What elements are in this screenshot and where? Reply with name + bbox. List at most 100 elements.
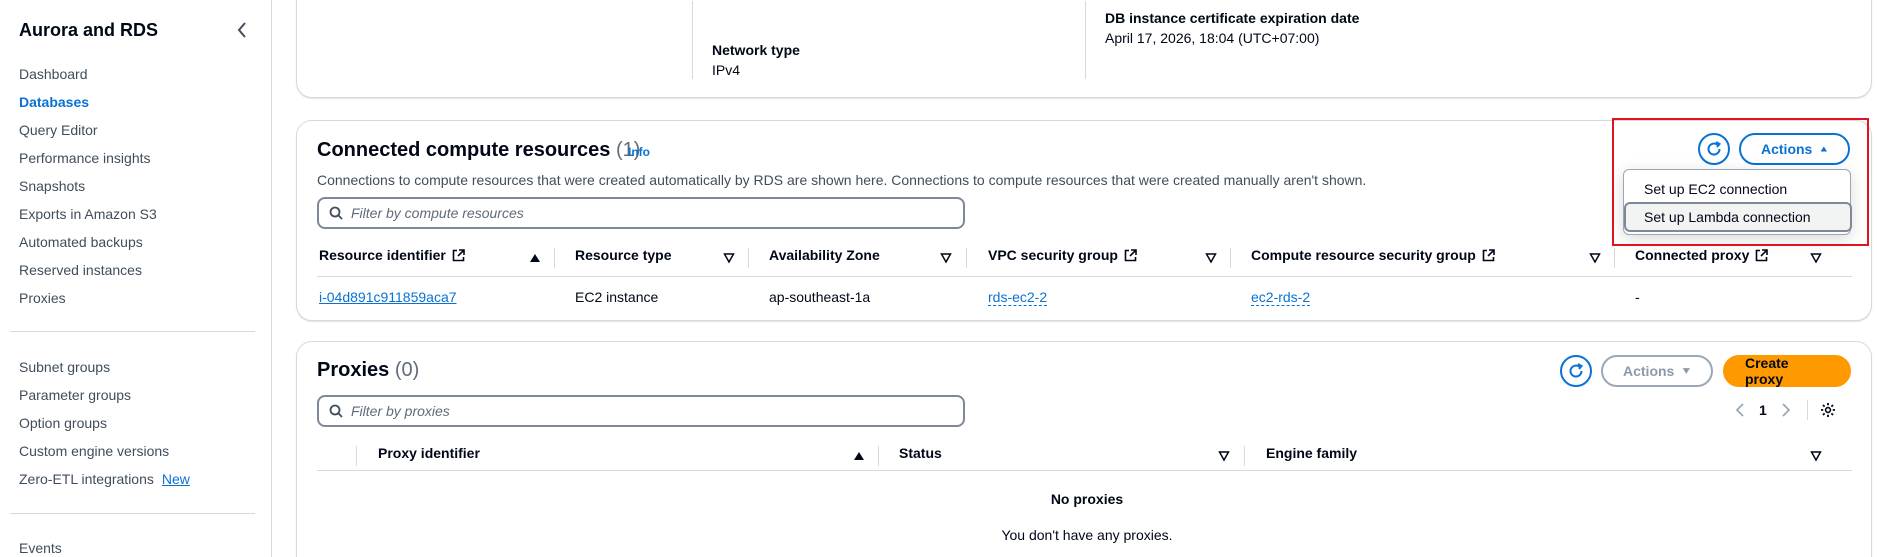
column-resizer[interactable] [554, 248, 555, 268]
section-description: Connections to compute resources that we… [317, 172, 1367, 188]
column-header-label: Availability Zone [769, 247, 880, 263]
column-header-engine-family[interactable]: Engine family [1266, 445, 1357, 461]
network-type-value: IPv4 [712, 62, 741, 78]
column-resizer[interactable] [878, 446, 879, 466]
pagination-divider [1806, 400, 1808, 420]
sort-icon[interactable] [1810, 252, 1822, 264]
sort-ascending-icon[interactable] [853, 450, 865, 462]
column-header-status[interactable]: Status [899, 445, 942, 461]
external-link-icon [452, 248, 465, 261]
refresh-proxies-button[interactable] [1560, 355, 1592, 387]
column-resizer[interactable] [1230, 248, 1231, 268]
sort-ascending-icon[interactable] [529, 252, 541, 264]
sidebar-item-zero-etl[interactable]: Zero-ETL integrations New [19, 465, 190, 493]
sidebar-title[interactable]: Aurora and RDS [19, 20, 158, 41]
table-header-divider [317, 470, 1852, 471]
filter-proxies-input[interactable] [351, 403, 911, 419]
section-title-text: Proxies [317, 359, 390, 381]
sidebar-item-custom-engine-versions[interactable]: Custom engine versions [19, 437, 190, 465]
actions-label: Actions [1623, 363, 1675, 379]
sidebar-item-reserved-instances[interactable]: Reserved instances [19, 256, 157, 284]
filter-compute-resources-input[interactable] [351, 205, 911, 221]
sidebar-item-option-groups[interactable]: Option groups [19, 409, 190, 437]
sidebar-group-main: Dashboard Databases Query Editor Perform… [19, 60, 157, 312]
sidebar-item-parameter-groups[interactable]: Parameter groups [19, 381, 190, 409]
section-title: Connected compute resources (1) [317, 139, 640, 162]
resource-type-cell: EC2 instance [575, 289, 659, 305]
column-resizer[interactable] [748, 248, 749, 268]
sidebar-item-databases[interactable]: Databases [19, 88, 157, 116]
column-header-label: Resource type [575, 247, 672, 263]
column-header-compute-security-group[interactable]: Compute resource security group [1251, 247, 1495, 263]
column-resizer[interactable] [1244, 446, 1245, 466]
external-link-icon [1124, 248, 1137, 261]
column-header-availability-zone[interactable]: Availability Zone [769, 247, 880, 263]
sidebar-item-exports-s3[interactable]: Exports in Amazon S3 [19, 200, 157, 228]
sidebar-item-automated-backups[interactable]: Automated backups [19, 228, 157, 256]
close-navigation-button[interactable] [232, 20, 252, 40]
empty-state-title: No proxies [1050, 491, 1124, 507]
column-resizer[interactable] [966, 248, 967, 268]
column-divider [692, 1, 693, 79]
connected-proxy-cell: - [1635, 289, 1640, 305]
sort-icon[interactable] [1810, 450, 1822, 462]
annotation-highlight-box [1612, 118, 1869, 246]
compute-security-group-link[interactable]: ec2-rds-2 [1251, 289, 1311, 306]
sidebar-item-zero-etl-label: Zero-ETL integrations [19, 471, 154, 487]
pagination: 1 [1735, 400, 1836, 420]
column-header-label: Compute resource security group [1251, 247, 1476, 263]
sidebar-item-query-editor[interactable]: Query Editor [19, 116, 157, 144]
filter-proxies[interactable] [317, 395, 965, 427]
create-proxy-button[interactable]: Create proxy [1723, 355, 1851, 387]
sidebar-item-dashboard[interactable]: Dashboard [19, 60, 157, 88]
side-navigation: Aurora and RDS Dashboard Databases Query… [0, 0, 272, 557]
cert-expiration-label: DB instance certificate expiration date [1105, 10, 1360, 26]
column-header-resource-identifier[interactable]: Resource identifier [319, 247, 465, 263]
column-header-connected-proxy[interactable]: Connected proxy [1635, 247, 1769, 263]
sidebar-item-subnet-groups[interactable]: Subnet groups [19, 353, 190, 381]
sidebar-item-performance-insights[interactable]: Performance insights [19, 144, 157, 172]
column-resizer[interactable] [356, 446, 357, 466]
new-badge: New [161, 471, 190, 487]
sidebar-item-events[interactable]: Events [19, 534, 62, 557]
sort-icon[interactable] [1218, 450, 1230, 462]
proxies-actions-button[interactable]: Actions [1601, 355, 1713, 387]
sidebar-divider [10, 331, 255, 332]
sort-icon[interactable] [940, 252, 952, 264]
search-icon [329, 206, 343, 220]
filter-compute-resources[interactable] [317, 197, 965, 229]
proxy-count: (0) [394, 359, 420, 381]
column-header-label: VPC security group [988, 247, 1118, 263]
sidebar-group-events: Events [19, 534, 62, 557]
refresh-icon [1569, 363, 1584, 378]
sort-icon[interactable] [1205, 252, 1217, 264]
sort-icon[interactable] [723, 252, 735, 264]
info-link[interactable]: Info [628, 145, 650, 159]
column-header-resource-type[interactable]: Resource type [575, 247, 671, 263]
resource-identifier-link[interactable]: i-04d891c911859aca7 [319, 289, 457, 305]
sidebar-item-snapshots[interactable]: Snapshots [19, 172, 157, 200]
sidebar-divider [10, 513, 255, 514]
column-header-vpc-security-group[interactable]: VPC security group [988, 247, 1137, 263]
section-title: Proxies (0) [317, 359, 419, 382]
chevron-left-icon[interactable] [1735, 403, 1745, 417]
column-resizer[interactable] [1614, 248, 1615, 268]
current-page[interactable]: 1 [1759, 402, 1767, 418]
column-header-proxy-identifier[interactable]: Proxy identifier [378, 445, 480, 461]
column-divider [1085, 1, 1086, 79]
external-link-icon [1756, 248, 1769, 261]
cert-expiration-value: April 17, 2026, 18:04 (UTC+07:00) [1105, 30, 1320, 46]
vpc-security-group-link[interactable]: rds-ec2-2 [988, 289, 1048, 306]
network-type-label: Network type [712, 42, 800, 58]
chevron-right-icon[interactable] [1781, 403, 1791, 417]
empty-state-description: You don't have any proxies. [1001, 527, 1173, 543]
section-title-text: Connected compute resources [317, 139, 611, 161]
column-header-label: Resource identifier [319, 247, 446, 263]
sort-icon[interactable] [1589, 252, 1601, 264]
table-header-divider [317, 276, 1852, 277]
gear-icon[interactable] [1820, 402, 1836, 418]
caret-down-icon [1683, 368, 1691, 374]
sidebar-item-proxies[interactable]: Proxies [19, 284, 157, 312]
search-icon [329, 404, 343, 418]
connectivity-details-panel: Network type IPv4 DB instance certificat… [296, 0, 1872, 98]
